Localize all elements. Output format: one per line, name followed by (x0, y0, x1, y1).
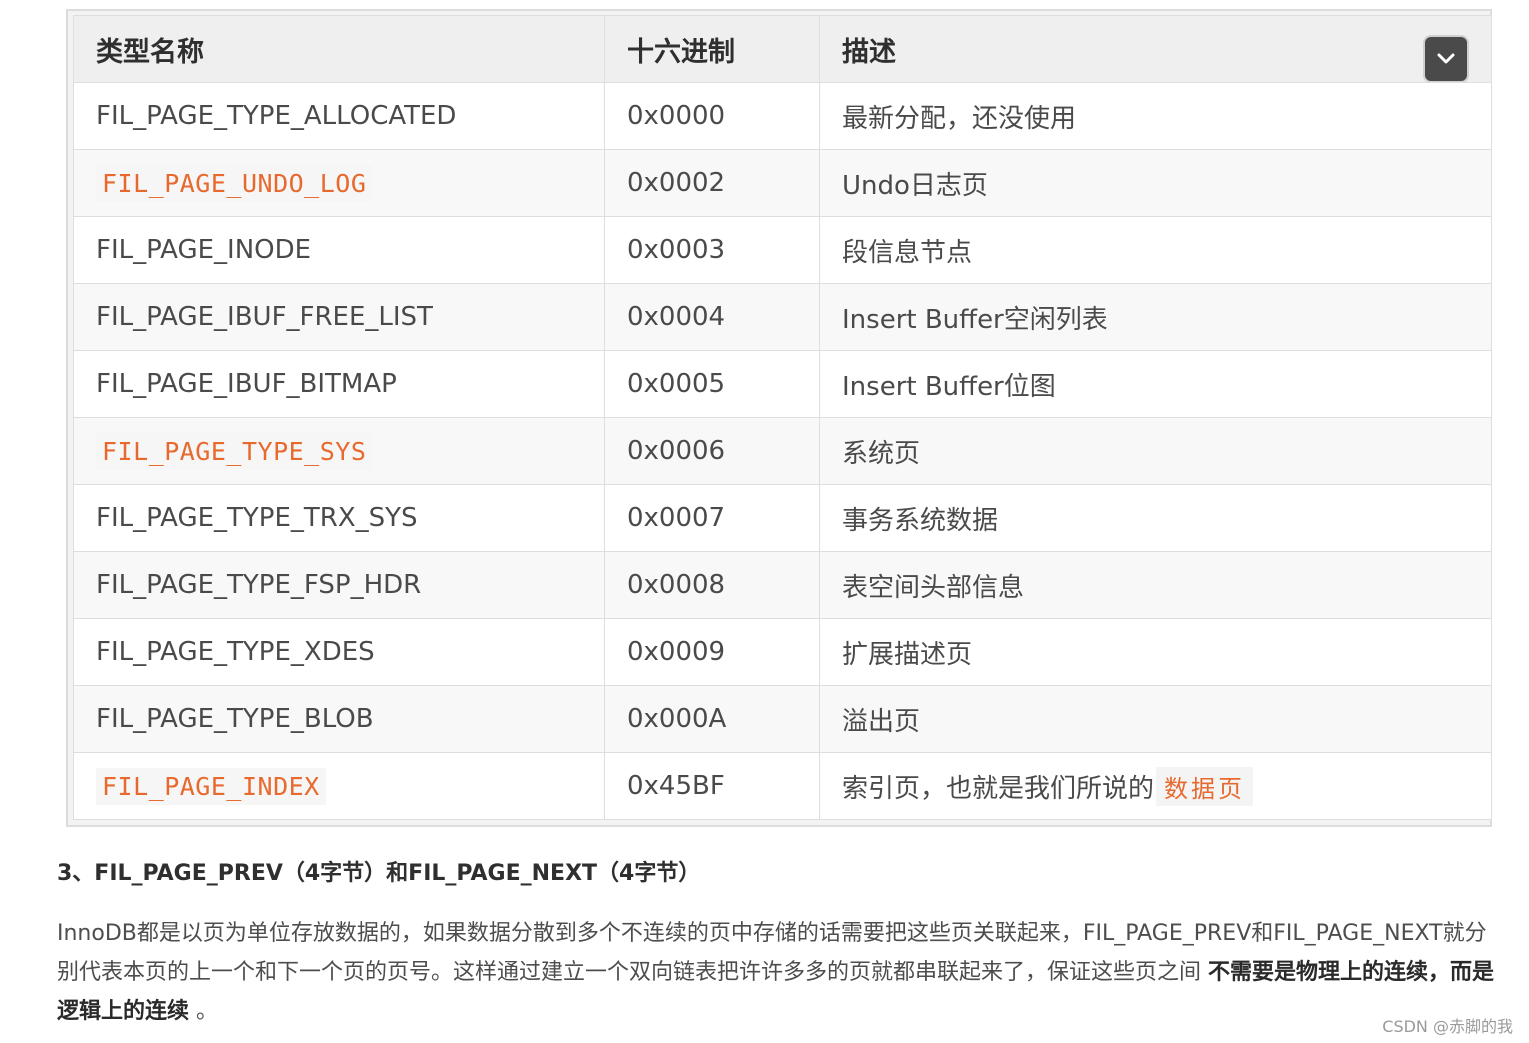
row-hex: 0x0003 (604, 216, 820, 284)
row-description: Undo日志页 (819, 149, 1492, 217)
row-hex: 0x0005 (604, 350, 820, 418)
page-type-table: 类型名称 十六进制 描述 FIL_PAGE_TYPE_ALLOCATED 0x0… (73, 15, 1492, 820)
watermark: CSDN @赤脚的我 (1382, 1017, 1513, 1036)
row-type-name: FIL_PAGE_TYPE_XDES (73, 618, 605, 686)
table-row: FIL_PAGE_TYPE_BLOB 0x000A 溢出页 (73, 685, 1492, 753)
table-row: FIL_PAGE_TYPE_SYS 0x0006 系统页 (73, 417, 1492, 485)
row-hex: 0x0008 (604, 551, 820, 619)
header-type-name: 类型名称 (73, 15, 605, 83)
row-hex: 0x0007 (604, 484, 820, 552)
table-row: FIL_PAGE_INDEX 0x45BF 索引页，也就是我们所说的 数据页 (73, 752, 1492, 820)
row-type-name: FIL_PAGE_INDEX (73, 752, 605, 820)
row-description: 索引页，也就是我们所说的 数据页 (819, 752, 1492, 820)
inline-code-highlight: FIL_PAGE_TYPE_SYS (96, 432, 373, 470)
row-description: 系统页 (819, 417, 1492, 485)
inline-code-highlight: FIL_PAGE_UNDO_LOG (96, 164, 373, 202)
table-row: FIL_PAGE_TYPE_ALLOCATED 0x0000 最新分配，还没使用 (73, 82, 1492, 150)
body-paragraph: InnoDB都是以页为单位存放数据的，如果数据分散到多个不连续的页中存储的话需要… (57, 914, 1507, 1031)
row-description: 段信息节点 (819, 216, 1492, 284)
row-description-text: 索引页，也就是我们所说的 (842, 773, 1155, 804)
section-heading: 3、FIL_PAGE_PREV（4字节）和FIL_PAGE_NEXT（4字节） (57, 861, 701, 886)
table-row: FIL_PAGE_IBUF_BITMAP 0x0005 Insert Buffe… (73, 350, 1492, 418)
row-type-name: FIL_PAGE_TYPE_BLOB (73, 685, 605, 753)
row-type-name: FIL_PAGE_TYPE_FSP_HDR (73, 551, 605, 619)
header-hex: 十六进制 (604, 15, 820, 83)
chevron-down-icon (1437, 53, 1455, 64)
table-row: FIL_PAGE_TYPE_XDES 0x0009 扩展描述页 (73, 618, 1492, 686)
row-description: Insert Buffer空闲列表 (819, 283, 1492, 351)
table-row: FIL_PAGE_UNDO_LOG 0x0002 Undo日志页 (73, 149, 1492, 217)
row-hex: 0x0009 (604, 618, 820, 686)
row-description: 表空间头部信息 (819, 551, 1492, 619)
table-row: FIL_PAGE_TYPE_TRX_SYS 0x0007 事务系统数据 (73, 484, 1492, 552)
row-hex: 0x000A (604, 685, 820, 753)
row-description: 溢出页 (819, 685, 1492, 753)
row-type-name: FIL_PAGE_TYPE_TRX_SYS (73, 484, 605, 552)
row-description: 扩展描述页 (819, 618, 1492, 686)
row-description: 最新分配，还没使用 (819, 82, 1492, 150)
table-row: FIL_PAGE_IBUF_FREE_LIST 0x0004 Insert Bu… (73, 283, 1492, 351)
table-header-row: 类型名称 十六进制 描述 (73, 15, 1492, 83)
row-type-name: FIL_PAGE_UNDO_LOG (73, 149, 605, 217)
page-type-table-frame: 类型名称 十六进制 描述 FIL_PAGE_TYPE_ALLOCATED 0x0… (66, 9, 1492, 827)
row-type-name: FIL_PAGE_TYPE_ALLOCATED (73, 82, 605, 150)
row-description: 事务系统数据 (819, 484, 1492, 552)
row-type-name: FIL_PAGE_TYPE_SYS (73, 417, 605, 485)
row-hex: 0x0006 (604, 417, 820, 485)
row-type-name: FIL_PAGE_IBUF_BITMAP (73, 350, 605, 418)
row-description: Insert Buffer位图 (819, 350, 1492, 418)
row-hex: 0x0004 (604, 283, 820, 351)
row-type-name: FIL_PAGE_INODE (73, 216, 605, 284)
header-description: 描述 (819, 15, 1492, 83)
collapse-table-button[interactable] (1423, 35, 1469, 82)
paragraph-end: 。 (196, 999, 219, 1024)
table-row: FIL_PAGE_INODE 0x0003 段信息节点 (73, 216, 1492, 284)
header-description-label: 描述 (842, 36, 896, 68)
inline-code-highlight: 数据页 (1156, 766, 1254, 806)
row-type-name: FIL_PAGE_IBUF_FREE_LIST (73, 283, 605, 351)
inline-code-highlight: FIL_PAGE_INDEX (96, 767, 326, 805)
row-hex: 0x0002 (604, 149, 820, 217)
row-hex: 0x45BF (604, 752, 820, 820)
table-row: FIL_PAGE_TYPE_FSP_HDR 0x0008 表空间头部信息 (73, 551, 1492, 619)
row-hex: 0x0000 (604, 82, 820, 150)
